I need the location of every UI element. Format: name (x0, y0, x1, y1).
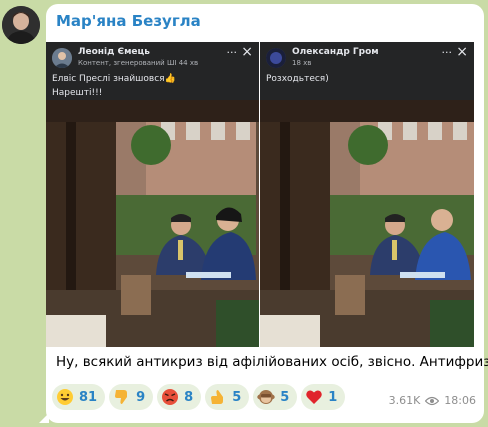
post-author-avatar (52, 48, 72, 68)
restaurant-photo-image (46, 100, 259, 347)
grinning-face-icon (57, 389, 73, 405)
thumbs-down-icon (115, 390, 128, 404)
sender-name[interactable]: Мар'яна Безугла (56, 12, 201, 30)
reaction-heart[interactable]: 1 (301, 384, 346, 410)
post-author-name: Олександр Гром (292, 47, 379, 57)
reaction-monkey[interactable]: 5 (253, 384, 298, 410)
reaction-count: 8 (184, 389, 194, 405)
post-header: Леонід Ємець Контент, згенерований ШІ 44… (50, 44, 255, 70)
channel-avatar[interactable] (2, 6, 40, 44)
message-time: 18:06 (444, 394, 476, 407)
more-options-icon: ··· (226, 46, 238, 59)
post-author-avatar (266, 48, 286, 68)
post-author-name: Леонід Ємець (78, 47, 150, 57)
reaction-thumbs-down[interactable]: 9 (109, 384, 154, 410)
thumbs-up-icon (211, 390, 224, 404)
angry-face-icon (162, 389, 179, 405)
facebook-post-screenshot-right[interactable]: Олександр Гром 18 хв ··· × Розходьтеся) (260, 42, 474, 347)
person-avatar-icon (2, 6, 40, 44)
message-meta: 3.61K 18:06 (389, 394, 476, 407)
red-heart-icon (306, 390, 323, 404)
post-text: Розходьтеся) (266, 74, 329, 84)
message-bubble: Мар'яна Безугла Леонід Ємець Контент, зг… (39, 4, 488, 423)
reaction-count: 5 (232, 389, 242, 405)
reaction-count: 5 (280, 389, 290, 405)
reaction-thumbs-up[interactable]: 5 (205, 384, 250, 410)
post-text: Елвіс Преслі знайшовся👍 Нарешті!!! (52, 74, 176, 98)
close-icon: × (241, 44, 253, 60)
eye-icon (425, 396, 440, 405)
post-meta: 18 хв (292, 59, 312, 67)
views-count: 3.61K (388, 394, 421, 407)
reaction-count: 1 (328, 389, 338, 405)
close-icon: × (456, 44, 468, 60)
post-meta: Контент, згенерований ШІ 44 хв (78, 59, 199, 67)
reactions-bar: 81 9 8 5 5 1 (52, 384, 346, 410)
reaction-grinning[interactable]: 81 (52, 384, 106, 410)
reaction-count: 9 (136, 389, 146, 405)
more-options-icon: ··· (441, 46, 453, 59)
post-photo (260, 100, 474, 347)
reaction-count: 81 (79, 389, 98, 405)
facebook-post-screenshot-left[interactable]: Леонід Ємець Контент, згенерований ШІ 44… (46, 42, 259, 347)
restaurant-photo-image (260, 100, 474, 347)
see-no-evil-monkey-icon (257, 390, 275, 404)
message-caption: Ну, всякий антикриз від афілійованих осі… (56, 354, 488, 370)
post-header: Олександр Гром 18 хв ··· × (264, 44, 470, 70)
post-photo (46, 100, 259, 347)
reaction-angry[interactable]: 8 (157, 384, 202, 410)
